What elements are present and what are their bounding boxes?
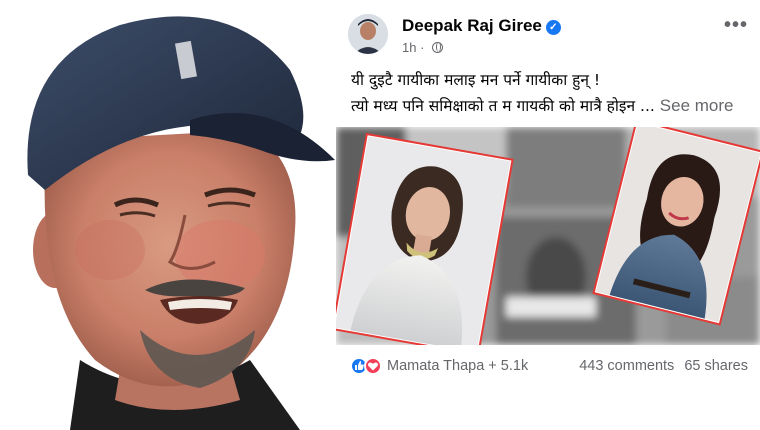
globe-icon [432, 42, 444, 53]
shares-count[interactable]: 65 shares [684, 358, 748, 374]
man-in-cap-illustration [0, 0, 335, 430]
post-photo-collage [336, 127, 760, 345]
post-body-text: यी दुइटै गायीका मलाइ मन पर्ने गायीका हुन… [351, 68, 751, 119]
comments-count[interactable]: 443 comments [579, 358, 674, 374]
see-more-link[interactable]: See more [660, 96, 734, 115]
author-avatar[interactable] [348, 14, 388, 54]
post-text-line-1: यी दुइटै गायीका मलाइ मन पर्ने गायीका हुन… [351, 71, 601, 89]
verified-badge-icon: ✓ [545, 20, 561, 35]
facebook-post-card: Deepak Raj Giree ✓ 1h · ••• यी दुइटै गायी… [336, 0, 760, 430]
love-reaction-icon[interactable] [364, 357, 382, 375]
author-name[interactable]: Deepak Raj Giree ✓ [402, 16, 561, 36]
post-image[interactable] [336, 127, 760, 345]
avatar-image [348, 14, 388, 54]
post-time[interactable]: 1h [402, 40, 416, 55]
post-meta: 1h · [402, 40, 444, 55]
portrait-photo [0, 0, 335, 430]
post-text-line-2-content: त्यो मध्य पनि समिक्षाको त म गायकी को मात… [351, 97, 655, 115]
engagement-counts: 443 comments 65 shares [579, 358, 748, 374]
post-header: Deepak Raj Giree ✓ 1h · ••• [336, 8, 760, 58]
meta-separator: · [420, 40, 425, 55]
post-text-line-2: त्यो मध्य पनि समिक्षाको त म गायकी को मात… [351, 93, 751, 119]
reaction-summary[interactable]: Mamata Thapa + 5.1k [387, 358, 528, 374]
post-footer: Mamata Thapa + 5.1k 443 comments 65 share… [350, 355, 748, 379]
more-options-icon[interactable]: ••• [724, 14, 748, 37]
heart-glyph [367, 362, 379, 371]
author-name-text[interactable]: Deepak Raj Giree [402, 16, 542, 35]
